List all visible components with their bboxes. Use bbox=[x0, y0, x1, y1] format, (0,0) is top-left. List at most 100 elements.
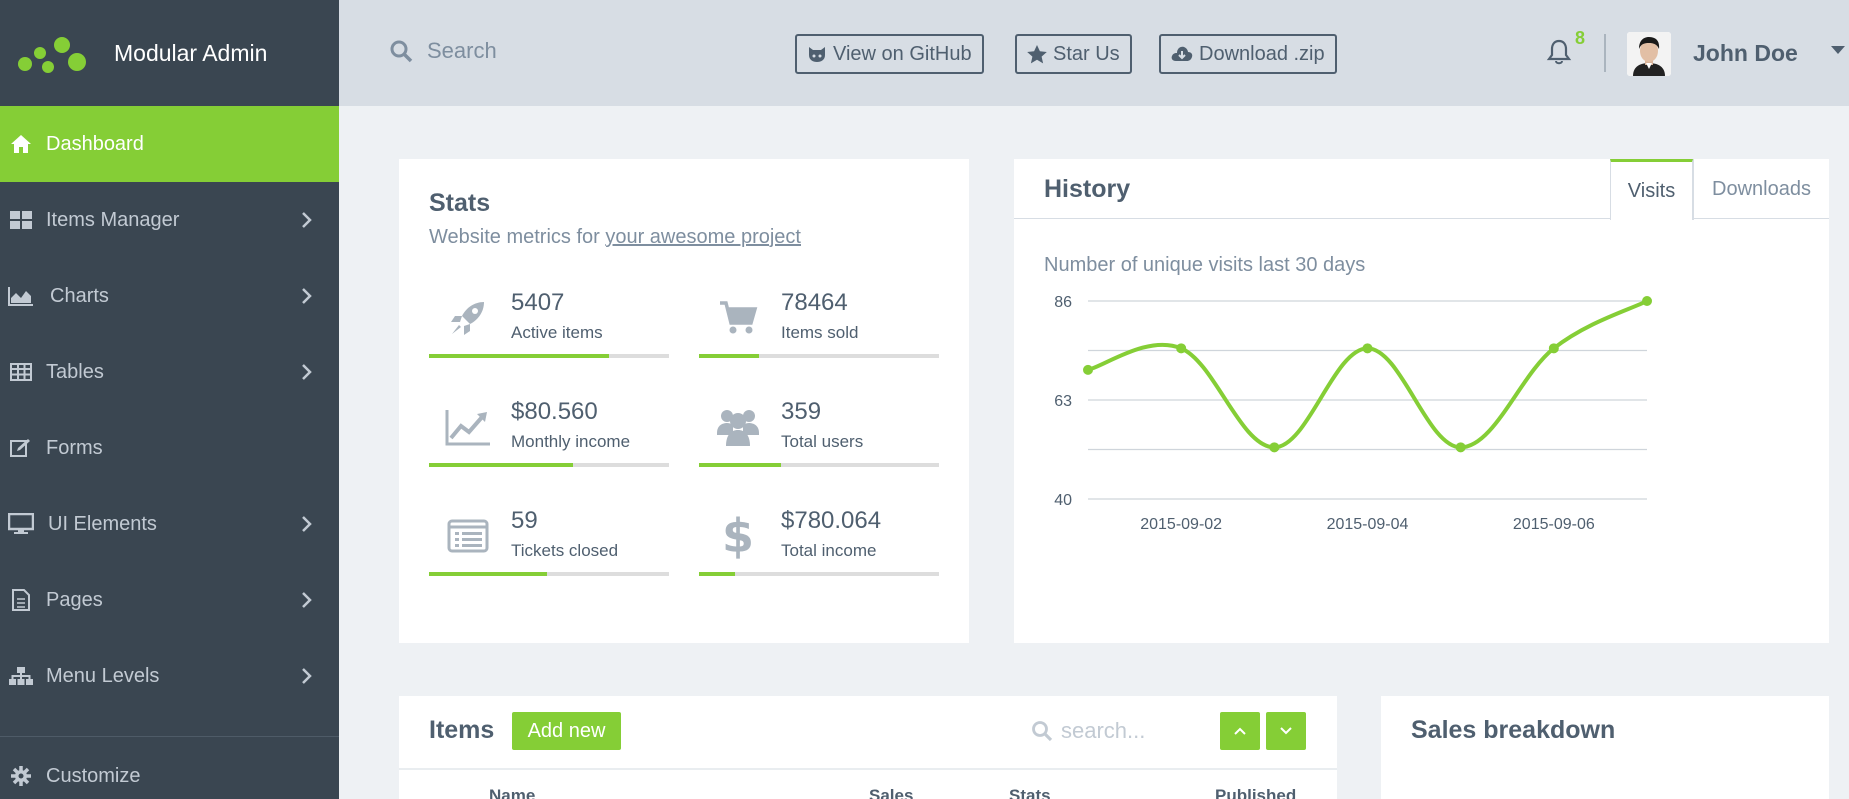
items-search[interactable]: search... bbox=[1031, 718, 1145, 744]
sidebar-item-label: UI Elements bbox=[48, 512, 157, 535]
view-github-label: View on GitHub bbox=[833, 42, 972, 65]
sidebar-item-label: Forms bbox=[46, 436, 103, 459]
chevron-right-icon bbox=[302, 516, 312, 532]
add-new-button[interactable]: Add new bbox=[512, 712, 621, 750]
download-zip-button[interactable]: Download .zip bbox=[1159, 34, 1337, 74]
line-chart-icon bbox=[443, 404, 493, 450]
dollar-icon: $ bbox=[721, 509, 754, 563]
sidebar-item-label: Dashboard bbox=[46, 132, 144, 155]
sidebar-item-tables[interactable]: Tables bbox=[0, 334, 339, 410]
stat-total-users: 359 Total users bbox=[699, 390, 939, 468]
top-header: Search View on GitHub Star Us Download .… bbox=[339, 0, 1849, 106]
user-name[interactable]: John Doe bbox=[1693, 40, 1798, 67]
gear-icon bbox=[8, 765, 34, 787]
edit-icon bbox=[8, 437, 34, 459]
column-header-stats[interactable]: Stats bbox=[1009, 786, 1051, 799]
stat-label: Monthly income bbox=[511, 432, 631, 451]
sidebar-item-dashboard[interactable]: Dashboard bbox=[0, 106, 339, 182]
cloud-download-icon bbox=[1171, 46, 1193, 61]
data-point bbox=[1642, 296, 1652, 306]
sidebar-item-label: Menu Levels bbox=[46, 664, 160, 687]
stat-monthly-income: $80.560 Monthly income bbox=[429, 390, 669, 468]
sort-down-button[interactable] bbox=[1266, 712, 1306, 750]
sales-breakdown-card: Sales breakdown bbox=[1381, 696, 1829, 799]
stat-value: 5407 bbox=[511, 289, 565, 316]
history-caption: Number of unique visits last 30 days bbox=[1044, 254, 1366, 276]
stats-subtitle-text: Website metrics for bbox=[429, 226, 606, 248]
y-tick-label: 86 bbox=[1054, 294, 1072, 311]
progress-bar bbox=[429, 463, 669, 467]
stat-label: Items sold bbox=[781, 323, 859, 342]
home-icon bbox=[8, 133, 34, 155]
x-tick-label: 2015-09-02 bbox=[1140, 516, 1222, 533]
stat-value: 78464 bbox=[781, 289, 848, 316]
data-point bbox=[1548, 343, 1559, 354]
chevron-up-icon bbox=[1234, 727, 1246, 735]
project-link[interactable]: your awesome project bbox=[605, 226, 801, 248]
progress-bar bbox=[699, 463, 939, 467]
header-search[interactable]: Search bbox=[389, 38, 497, 64]
search-input[interactable]: Search bbox=[427, 38, 497, 64]
stats-card: Stats Website metrics for your awesome p… bbox=[399, 159, 969, 643]
rocket-icon bbox=[443, 295, 493, 341]
tab-downloads[interactable]: Downloads bbox=[1693, 159, 1829, 220]
stat-value: $780.064 bbox=[781, 507, 882, 534]
sidebar-item-label: Charts bbox=[50, 284, 109, 307]
search-icon bbox=[390, 40, 413, 63]
column-header-sales[interactable]: Sales bbox=[869, 786, 913, 799]
progress-bar bbox=[699, 572, 939, 576]
sidebar-item-forms[interactable]: Forms bbox=[0, 410, 339, 486]
sales-title: Sales breakdown bbox=[1411, 716, 1616, 744]
stat-label: Tickets closed bbox=[511, 541, 619, 560]
stat-tickets-closed: 59 Tickets closed bbox=[429, 499, 669, 577]
bell-icon[interactable] bbox=[1546, 38, 1572, 66]
visits-chart: 40 63 86 2015-09-02 2015-09-04 2015-09-06 bbox=[1014, 289, 1829, 639]
history-card: History Visits Downloads Number of uniqu… bbox=[1014, 159, 1829, 643]
sidebar: Modular Admin Dashboard Items Manager Ch… bbox=[0, 0, 339, 799]
chevron-down-icon bbox=[1280, 727, 1292, 735]
stats-subtitle: Website metrics for your awesome project bbox=[429, 226, 939, 249]
grid-icon bbox=[8, 209, 34, 231]
chevron-right-icon bbox=[302, 288, 312, 304]
x-tick-label: 2015-09-06 bbox=[1513, 516, 1595, 533]
star-icon bbox=[1027, 44, 1047, 63]
sidebar-item-ui-elements[interactable]: UI Elements bbox=[0, 486, 339, 562]
stat-value: 359 bbox=[781, 398, 822, 425]
sidebar-item-label: Items Manager bbox=[46, 208, 180, 231]
header-divider bbox=[1604, 34, 1606, 72]
customize-button[interactable]: Customize bbox=[0, 738, 339, 799]
chevron-right-icon bbox=[302, 592, 312, 608]
sidebar-item-items-manager[interactable]: Items Manager bbox=[0, 182, 339, 258]
list-alt-icon bbox=[443, 513, 493, 559]
column-header-published[interactable]: Published bbox=[1215, 786, 1296, 799]
tab-visits[interactable]: Visits bbox=[1610, 159, 1693, 220]
caret-down-icon[interactable] bbox=[1830, 44, 1846, 56]
sort-up-button[interactable] bbox=[1220, 712, 1260, 750]
users-icon bbox=[713, 404, 763, 450]
star-us-button[interactable]: Star Us bbox=[1015, 34, 1132, 74]
sidebar-item-menu-levels[interactable]: Menu Levels bbox=[0, 638, 339, 714]
items-search-input[interactable]: search... bbox=[1061, 718, 1145, 744]
avatar[interactable] bbox=[1627, 32, 1671, 76]
progress-bar bbox=[699, 354, 939, 358]
brand[interactable]: Modular Admin bbox=[0, 0, 339, 106]
data-point bbox=[1176, 343, 1187, 354]
sidebar-item-pages[interactable]: Pages bbox=[0, 562, 339, 638]
download-zip-label: Download .zip bbox=[1199, 42, 1325, 65]
data-point bbox=[1083, 364, 1093, 375]
sidebar-item-charts[interactable]: Charts bbox=[0, 258, 339, 334]
brand-logo bbox=[16, 31, 86, 75]
history-header: History Visits Downloads bbox=[1014, 159, 1829, 220]
items-divider bbox=[399, 768, 1337, 770]
column-header-name[interactable]: Name bbox=[489, 786, 535, 799]
stats-title: Stats bbox=[429, 189, 491, 217]
view-github-button[interactable]: View on GitHub bbox=[795, 34, 984, 74]
progress-bar bbox=[429, 354, 669, 358]
brand-title: Modular Admin bbox=[114, 39, 268, 66]
sidebar-item-label: Tables bbox=[46, 360, 104, 383]
file-icon bbox=[8, 589, 34, 611]
stat-value: $80.560 bbox=[511, 398, 598, 425]
stat-active-items: 5407 Active items bbox=[429, 281, 669, 359]
history-title: History bbox=[1044, 175, 1131, 203]
y-tick-label: 63 bbox=[1054, 393, 1072, 410]
